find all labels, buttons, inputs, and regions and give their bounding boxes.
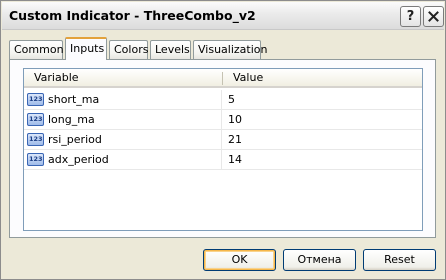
reset-button[interactable]: Reset [363, 249, 436, 271]
variable-name: adx_period [48, 153, 109, 166]
inputs-grid: Variable Value 123 short_ma 5 123 long_m… [23, 68, 423, 231]
variable-cell: 123 long_ma [26, 110, 222, 129]
table-row[interactable]: 123 long_ma 10 [24, 110, 422, 130]
column-header-value[interactable]: Value [233, 69, 263, 88]
inputs-panel: Variable Value 123 short_ma 5 123 long_m… [9, 59, 436, 238]
column-divider[interactable] [222, 72, 223, 85]
variable-cell: 123 adx_period [26, 150, 222, 169]
tab-levels[interactable]: Levels [150, 40, 191, 59]
table-row[interactable]: 123 short_ma 5 [24, 90, 422, 110]
tab-common[interactable]: Common [9, 40, 64, 59]
variable-cell: 123 rsi_period [26, 130, 222, 149]
help-button[interactable]: ? [400, 6, 421, 27]
value-cell[interactable]: 5 [228, 90, 235, 109]
column-header-variable[interactable]: Variable [34, 69, 79, 88]
close-icon [428, 11, 439, 22]
value-cell[interactable]: 10 [228, 110, 242, 129]
variable-name: long_ma [48, 113, 95, 126]
cancel-button[interactable]: Отмена [283, 249, 356, 271]
variable-name: short_ma [48, 93, 100, 106]
close-button[interactable] [423, 6, 444, 27]
value-cell[interactable]: 21 [228, 130, 242, 149]
123-icon: 123 [27, 93, 44, 106]
table-row[interactable]: 123 rsi_period 21 [24, 130, 422, 150]
123-icon: 123 [27, 113, 44, 126]
123-icon: 123 [27, 133, 44, 146]
variable-cell: 123 short_ma [26, 90, 222, 109]
tab-visualization[interactable]: Visualization [193, 40, 267, 59]
variable-name: rsi_period [48, 133, 102, 146]
value-cell[interactable]: 14 [228, 150, 242, 169]
title-bar[interactable]: Custom Indicator - ThreeCombo_v2 ? [2, 2, 444, 30]
tab-colors[interactable]: Colors [109, 40, 148, 59]
grid-header: Variable Value [24, 69, 422, 88]
tab-inputs[interactable]: Inputs [65, 37, 107, 60]
custom-indicator-dialog: Custom Indicator - ThreeCombo_v2 ? Commo… [0, 0, 446, 280]
123-icon: 123 [27, 153, 44, 166]
table-row[interactable]: 123 adx_period 14 [24, 150, 422, 170]
window-title: Custom Indicator - ThreeCombo_v2 [9, 8, 256, 23]
ok-button[interactable]: OK [203, 249, 276, 271]
help-icon: ? [406, 9, 415, 24]
